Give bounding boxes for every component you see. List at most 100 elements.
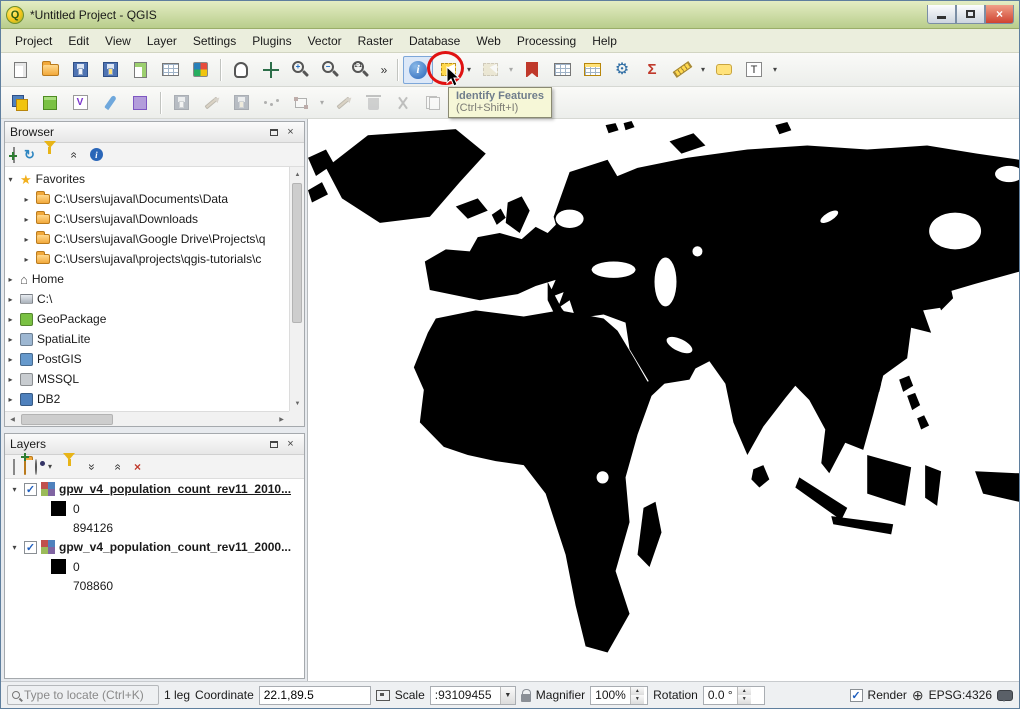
collapse-all-button[interactable]: » xyxy=(110,459,124,475)
delete-selected-button[interactable] xyxy=(358,89,388,117)
text-annotation-button[interactable]: T xyxy=(739,56,769,84)
expand-arrow-icon[interactable]: ▾ xyxy=(9,543,20,552)
new-project-button[interactable] xyxy=(5,56,35,84)
pan-map-button[interactable] xyxy=(226,56,256,84)
expand-arrow-icon[interactable]: ▸ xyxy=(21,235,32,244)
scale-lock-icon[interactable] xyxy=(520,688,532,702)
copy-features-button[interactable] xyxy=(418,89,448,117)
zoom-out-button[interactable]: − xyxy=(316,56,346,84)
refresh-button[interactable]: ↻ xyxy=(24,148,35,161)
browser-item-documents-data[interactable]: ▸ C:\Users\ujaval\Documents\Data xyxy=(5,189,289,209)
layer-visibility-checkbox[interactable]: ✓ xyxy=(24,540,37,554)
menu-layer[interactable]: Layer xyxy=(139,31,185,51)
layer-visibility-checkbox[interactable]: ✓ xyxy=(24,482,37,496)
field-calculator-button[interactable] xyxy=(577,56,607,84)
deselect-dropdown[interactable]: ▾ xyxy=(505,56,517,84)
measure-button[interactable] xyxy=(667,56,697,84)
spin-up-icon[interactable]: ▲ xyxy=(630,686,644,695)
statistical-summary-button[interactable]: Σ xyxy=(637,56,667,84)
expand-arrow-icon[interactable]: ▸ xyxy=(5,275,16,284)
locate-search[interactable] xyxy=(7,685,159,705)
browser-horizontal-scrollbar[interactable]: ◀ ▶ xyxy=(5,411,289,426)
save-edits-button[interactable] xyxy=(226,89,256,117)
spin-down-icon[interactable]: ▼ xyxy=(737,695,751,704)
layers-float-button[interactable] xyxy=(265,437,282,452)
zoom-native-button[interactable]: 1:1 xyxy=(346,56,376,84)
expand-arrow-icon[interactable]: ▸ xyxy=(5,295,16,304)
menu-web[interactable]: Web xyxy=(468,31,508,51)
menu-database[interactable]: Database xyxy=(401,31,468,51)
maximize-button[interactable] xyxy=(956,5,985,24)
menu-help[interactable]: Help xyxy=(584,31,625,51)
close-button[interactable]: × xyxy=(985,5,1014,24)
browser-float-button[interactable] xyxy=(265,125,282,140)
scrollbar-thumb[interactable] xyxy=(21,413,113,425)
expand-arrow-icon[interactable]: ▸ xyxy=(5,375,16,384)
toggle-editing-button[interactable] xyxy=(196,89,226,117)
open-attribute-table-button[interactable] xyxy=(547,56,577,84)
layers-close-button[interactable]: × xyxy=(282,437,299,452)
menu-raster[interactable]: Raster xyxy=(350,31,401,51)
menu-vector[interactable]: Vector xyxy=(300,31,350,51)
expand-arrow-icon[interactable]: ▸ xyxy=(5,395,16,404)
titlebar[interactable]: Q *Untitled Project - QGIS × xyxy=(1,1,1019,29)
expand-all-button[interactable]: » xyxy=(85,459,99,475)
render-checkbox[interactable]: ✓ xyxy=(849,688,863,702)
menu-edit[interactable]: Edit xyxy=(60,31,97,51)
map-tips-button[interactable] xyxy=(709,56,739,84)
scroll-up-icon[interactable]: ▲ xyxy=(290,167,304,182)
scroll-down-icon[interactable]: ▼ xyxy=(290,396,304,411)
current-edits-button[interactable] xyxy=(166,89,196,117)
locate-input[interactable] xyxy=(24,688,154,702)
menu-settings[interactable]: Settings xyxy=(185,31,244,51)
new-shapefile-layer-button[interactable]: V xyxy=(65,89,95,117)
measure-dropdown[interactable]: ▾ xyxy=(697,56,709,84)
data-source-manager-button[interactable] xyxy=(5,89,35,117)
remove-layer-button[interactable]: × xyxy=(134,460,141,474)
new-virtual-layer-button[interactable] xyxy=(125,89,155,117)
vertex-tool-button[interactable] xyxy=(286,89,316,117)
save-project-as-button[interactable] xyxy=(95,56,125,84)
crs-value[interactable]: EPSG:4326 xyxy=(929,688,992,702)
rotation-spinbox[interactable]: 0.0 ° ▲ ▼ xyxy=(702,685,765,705)
expand-arrow-icon[interactable]: ▸ xyxy=(21,215,32,224)
browser-item-home[interactable]: ▸ ⌂ Home xyxy=(5,269,289,289)
expand-arrow-icon[interactable]: ▸ xyxy=(5,315,16,324)
collapse-all-button[interactable]: » xyxy=(66,147,80,163)
layer-item-2010[interactable]: ▾ ✓ gpw_v4_population_count_rev11_2010..… xyxy=(5,479,304,499)
browser-item-mssql[interactable]: ▸ MSSQL xyxy=(5,369,289,389)
expand-arrow-icon[interactable]: ▾ xyxy=(5,175,16,184)
messages-bubble-icon[interactable] xyxy=(997,689,1013,702)
browser-vertical-scrollbar[interactable]: ▲ ▼ xyxy=(289,167,304,411)
menu-processing[interactable]: Processing xyxy=(509,31,584,51)
minimize-button[interactable] xyxy=(927,5,956,24)
zoom-full-button[interactable] xyxy=(256,56,286,84)
menu-project[interactable]: Project xyxy=(7,31,60,51)
add-selected-layers-button[interactable] xyxy=(13,146,15,163)
spin-up-icon[interactable]: ▲ xyxy=(737,686,751,695)
combo-arrow-icon[interactable]: ▼ xyxy=(499,686,515,704)
show-layout-manager-button[interactable] xyxy=(155,56,185,84)
vertex-tool-dropdown[interactable]: ▾ xyxy=(316,89,328,117)
magnifier-spinbox[interactable]: 100% ▲ ▼ xyxy=(590,685,649,705)
deselect-features-button[interactable] xyxy=(475,56,505,84)
extent-icon[interactable] xyxy=(375,689,390,701)
map-themes-dropdown[interactable]: ▾ xyxy=(46,453,54,481)
save-project-button[interactable] xyxy=(65,56,95,84)
processing-toolbox-button[interactable]: ⚙ xyxy=(607,56,637,84)
toolbar-overflow-button[interactable]: » xyxy=(376,63,392,77)
coordinate-input[interactable] xyxy=(263,688,366,702)
browser-item-geopackage[interactable]: ▸ GeoPackage xyxy=(5,309,289,329)
browser-item-google-drive[interactable]: ▸ C:\Users\ujaval\Google Drive\Projects\… xyxy=(5,229,289,249)
annotation-dropdown[interactable]: ▾ xyxy=(769,56,781,84)
modify-attributes-button[interactable] xyxy=(328,89,358,117)
filter-legend-button[interactable] xyxy=(63,452,75,474)
browser-item-qgis-tutorials[interactable]: ▸ C:\Users\ujaval\projects\qgis-tutorial… xyxy=(5,249,289,269)
map-canvas[interactable] xyxy=(307,119,1019,681)
browser-item-db2[interactable]: ▸ DB2 xyxy=(5,389,289,409)
scroll-right-icon[interactable]: ▶ xyxy=(274,412,289,427)
new-bookmark-button[interactable] xyxy=(517,56,547,84)
menu-plugins[interactable]: Plugins xyxy=(244,31,299,51)
scroll-left-icon[interactable]: ◀ xyxy=(5,412,20,427)
zoom-in-button[interactable]: + xyxy=(286,56,316,84)
